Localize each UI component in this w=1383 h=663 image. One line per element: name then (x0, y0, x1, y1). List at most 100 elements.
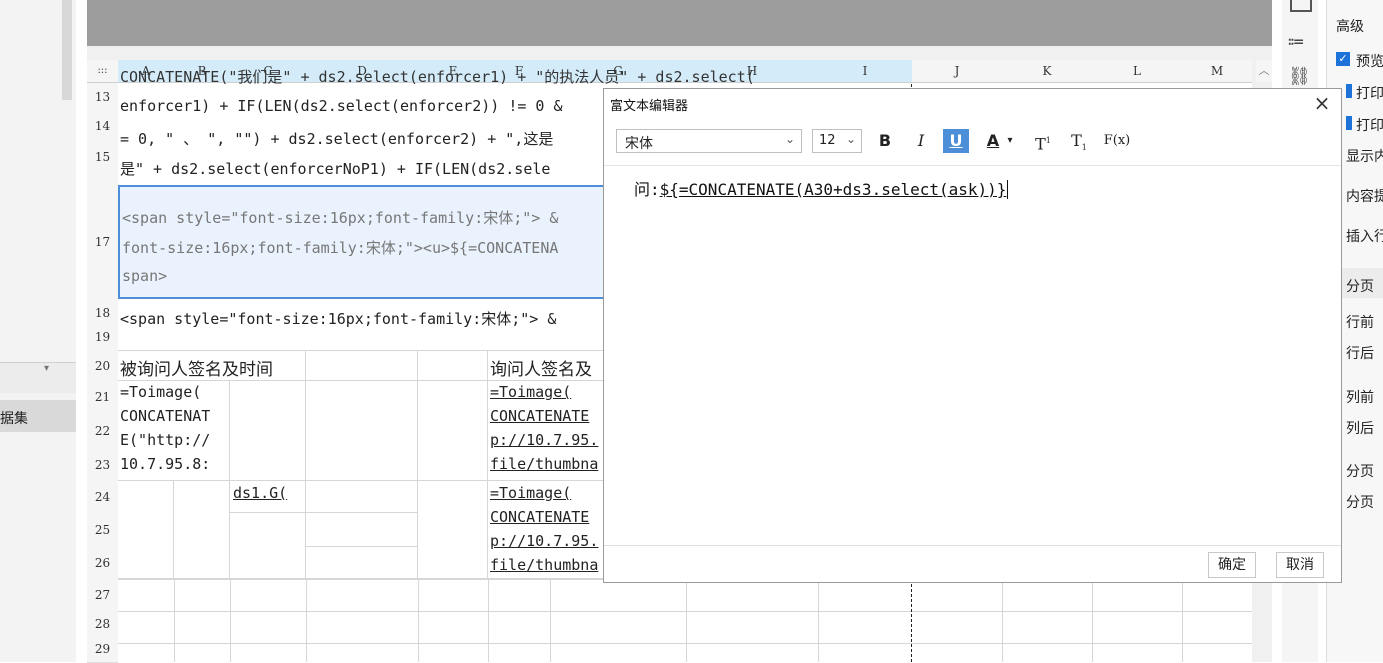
cell-a24[interactable] (118, 481, 174, 579)
chevron-down-icon[interactable]: ▾ (44, 363, 49, 374)
checkbox-icon[interactable] (1346, 84, 1352, 98)
editor-prefix: 问: (634, 180, 660, 199)
cell-e21[interactable] (418, 381, 488, 481)
chevron-down-icon: ⌄ (845, 132, 856, 146)
cell-e24[interactable] (418, 481, 488, 579)
option-display[interactable]: 显示内容 (1346, 146, 1383, 166)
row-header-14[interactable]: 14 (87, 111, 118, 142)
row-header-19[interactable]: 19 (87, 323, 118, 352)
scroll-up-icon[interactable]: ︿ (1256, 60, 1272, 82)
advanced-header: 高级 (1336, 19, 1364, 35)
editor-formula: ${=CONCATENATE(A30+ds3.select(ask))} (659, 180, 1007, 199)
cell-text-a22: CONCATENAT (120, 407, 211, 425)
close-icon[interactable]: × (1311, 91, 1333, 115)
cell-text-f21: =Toimage( (490, 383, 572, 401)
cell-c25[interactable] (230, 513, 306, 579)
font-size-select[interactable]: 12 ⌄ (812, 129, 862, 153)
col-header-l[interactable]: L (1092, 60, 1182, 83)
rich-text-editor-dialog: 富文本编辑器 × 宋体 ⌄ 12 ⌄ B I U A ▾ T1 T1 F(x) … (603, 88, 1342, 583)
subscript-button[interactable]: T1 (1066, 129, 1092, 153)
pagination-label: 分页 (1346, 279, 1374, 295)
subscript-label: T (1071, 131, 1082, 150)
option-row-before[interactable]: 行前 (1346, 312, 1374, 332)
gridline (488, 579, 489, 662)
checkbox-icon[interactable]: ✓ (1336, 52, 1350, 66)
cell-text-f22b: p://10.7.95. (490, 431, 599, 449)
option-page-2[interactable]: 分页 (1346, 492, 1374, 512)
chevron-down-icon[interactable]: ▾ (1004, 129, 1016, 153)
row-header-24[interactable]: 24 (87, 481, 118, 514)
row-header-15[interactable]: 15 (87, 141, 118, 186)
option-print-1[interactable]: 打印 (1356, 83, 1383, 103)
row-header-28[interactable]: 28 (87, 611, 118, 638)
option-row-after[interactable]: 行后 (1346, 343, 1374, 363)
row-header-13[interactable]: 13 (87, 83, 118, 112)
cell-text-f25b: p://10.7.95. (490, 532, 599, 550)
cell-c21[interactable] (230, 381, 306, 481)
row-header-22[interactable]: 22 (87, 413, 118, 450)
cell-d24[interactable] (306, 481, 418, 513)
editor-text[interactable]: 问:${=CONCATENATE(A30+ds3.select(ask))} (634, 176, 1009, 200)
cell-b24[interactable] (174, 481, 230, 579)
option-col-before[interactable]: 列前 (1346, 387, 1374, 407)
italic-button[interactable]: I (908, 129, 934, 153)
gridline (230, 579, 231, 662)
cell-e20[interactable] (418, 351, 488, 381)
row-header-25[interactable]: 25 (87, 513, 118, 548)
ok-button[interactable]: 确定 (1208, 552, 1256, 578)
font-family-select[interactable]: 宋体 ⌄ (616, 129, 802, 153)
gridline (174, 579, 175, 662)
row-header-17[interactable]: 17 (87, 185, 118, 300)
link-icon[interactable]: ⛓ (1288, 66, 1311, 87)
row-header-27[interactable]: 27 (87, 579, 118, 612)
gridline (550, 579, 551, 662)
row-header-20[interactable]: 20 (87, 351, 118, 382)
gridline (1002, 579, 1003, 662)
col-header-m[interactable]: M (1182, 60, 1252, 83)
font-family-value: 宋体 (625, 136, 653, 152)
editor-content-area[interactable]: 问:${=CONCATENATE(A30+ds3.select(ask))} (604, 165, 1341, 548)
dialog-title: 富文本编辑器 (610, 99, 689, 114)
gridline (1182, 579, 1183, 662)
align-icon[interactable]: ⩴ (1288, 30, 1304, 51)
col-header-i[interactable]: I (818, 60, 912, 83)
checkbox-icon[interactable] (1346, 116, 1352, 130)
cell-d21[interactable] (306, 381, 418, 481)
cell-d26[interactable] (306, 547, 418, 579)
dialog-footer: 确定 取消 (604, 545, 1341, 582)
text-cursor (1007, 180, 1009, 199)
cell-text-f20: 询问人签名及 (490, 360, 592, 380)
font-color-button[interactable]: A (980, 129, 1006, 153)
option-insert[interactable]: 插入行策 (1346, 226, 1383, 246)
option-hint[interactable]: 内容提示 (1346, 186, 1383, 206)
cell-icon[interactable] (1290, 0, 1312, 12)
empty-rows[interactable] (118, 579, 1252, 662)
cell-text-r17-3: span> (122, 267, 168, 285)
cell-text-r17-2: font-size:16px;font-family:宋体;"><u>${=CO… (122, 239, 559, 257)
col-header-k[interactable]: K (1002, 60, 1092, 83)
cell-text-r15: 是" + ds2.select(enforcerNoP1) + IF(LEN(d… (120, 160, 551, 178)
row-header-26[interactable]: 26 (87, 547, 118, 580)
dataset-tab[interactable]: 据集 (0, 400, 76, 432)
cell-d25[interactable] (306, 513, 418, 547)
superscript-button[interactable]: T1 (1030, 129, 1056, 153)
option-col-after[interactable]: 列后 (1346, 418, 1374, 438)
cancel-button[interactable]: 取消 (1276, 552, 1324, 578)
row-header-18[interactable]: 18 (87, 299, 118, 324)
dataset-label: 据集 (0, 411, 28, 427)
row-header-29[interactable]: 29 (87, 637, 118, 663)
bold-button[interactable]: B (872, 129, 898, 153)
col-header-j[interactable]: J (912, 60, 1002, 83)
formula-button[interactable]: F(x) (1100, 129, 1134, 153)
underline-button[interactable]: U (943, 129, 969, 153)
grid-corner[interactable]: ::: (87, 60, 118, 83)
selected-cell-17[interactable]: <span style="font-size:16px;font-family:… (118, 185, 613, 299)
left-scrollbar[interactable] (62, 0, 72, 100)
cell-d20[interactable] (306, 351, 418, 381)
row-header-21[interactable]: 21 (87, 381, 118, 414)
row-header-23[interactable]: 23 (87, 449, 118, 482)
option-print-2[interactable]: 打印 (1356, 115, 1383, 135)
option-page-1[interactable]: 分页 (1346, 461, 1374, 481)
font-size-value: 12 (819, 133, 836, 148)
option-preview[interactable]: 预览 (1356, 51, 1383, 71)
